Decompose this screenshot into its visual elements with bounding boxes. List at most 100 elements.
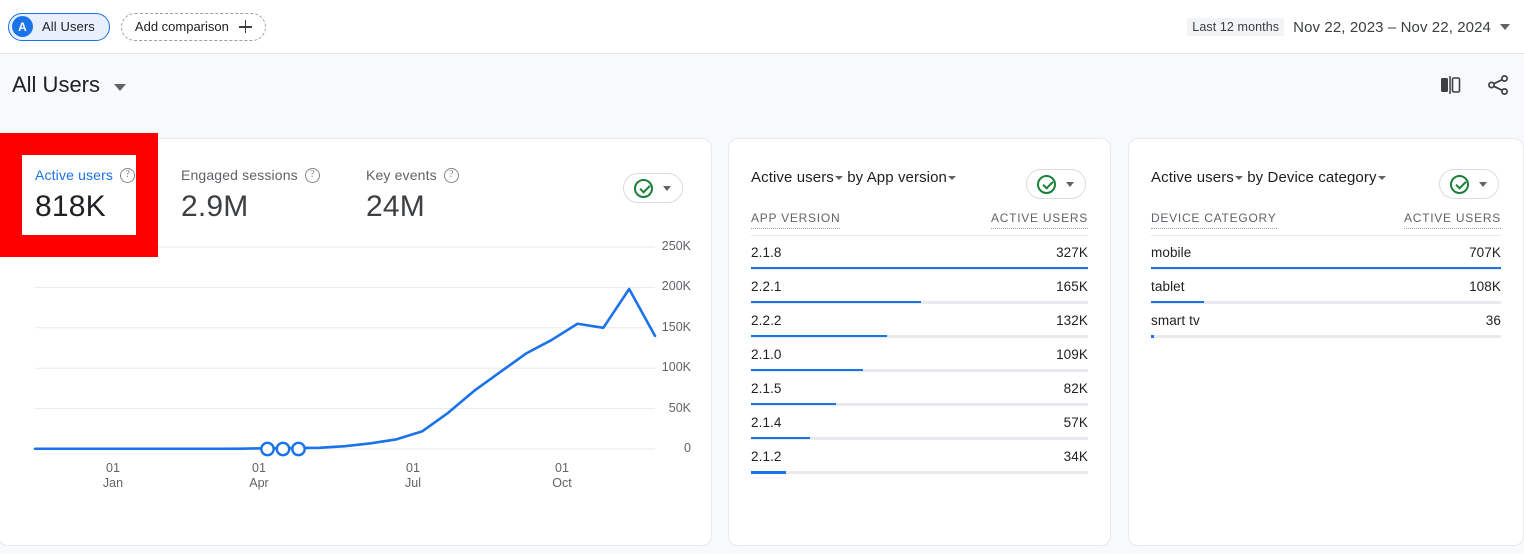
row-dimension-value[interactable]: 2.1.0 <box>751 347 782 362</box>
row-metric-value: 108K <box>1469 279 1501 294</box>
table-header-row: APP VERSION ACTIVE USERS <box>751 211 1088 235</box>
help-icon[interactable]: ? <box>304 167 320 183</box>
chart-y-tick-label: 100K <box>661 360 691 375</box>
metric-active-users[interactable]: Active users ? 818K <box>35 167 136 224</box>
data-quality-pill[interactable] <box>623 173 683 203</box>
help-icon[interactable]: ? <box>120 167 136 183</box>
page-title: All Users <box>12 72 101 97</box>
chart-x-tick-label: 01 Apr <box>249 461 269 490</box>
overview-card: Active users ? 818K Engaged sessions ? 2… <box>0 138 712 546</box>
header-by-text: by <box>847 169 864 186</box>
plus-icon <box>238 20 252 33</box>
chevron-down-icon[interactable] <box>834 176 843 180</box>
row-bar-track <box>1151 335 1501 338</box>
data-quality-pill[interactable] <box>1439 169 1499 199</box>
metric-strip: Active users ? 818K Engaged sessions ? 2… <box>0 139 711 239</box>
metric-key-events[interactable]: Key events ? 24M <box>366 167 459 224</box>
table-row[interactable]: tablet 108K <box>1151 269 1501 304</box>
row-dimension-value[interactable]: 2.1.4 <box>751 415 782 430</box>
chart-line-active-users <box>33 287 657 451</box>
device-category-card: Active users by Device category DEVICE C… <box>1128 138 1524 546</box>
title-actions <box>1438 54 1510 116</box>
chevron-down-icon[interactable] <box>1479 181 1487 187</box>
chart-x-axis: 01 Jan 01 Apr 01 Jul 01 Oct <box>0 449 713 509</box>
row-bar-fill <box>1151 335 1154 338</box>
row-metric-value: 165K <box>1056 279 1088 294</box>
compare-split-icon[interactable] <box>1438 74 1462 96</box>
metric-selector[interactable]: Active users <box>1151 169 1234 186</box>
metric-label[interactable]: Engaged sessions <box>181 167 298 183</box>
segment-chip-label: All Users <box>42 19 95 34</box>
row-dimension-value[interactable]: mobile <box>1151 245 1191 260</box>
metric-value: 2.9M <box>181 190 249 223</box>
chart-y-tick-label: 200K <box>661 279 691 294</box>
chart-y-tick-label: 50K <box>668 400 691 415</box>
header-by-text: by <box>1247 169 1264 186</box>
chevron-down-icon[interactable] <box>1066 181 1074 187</box>
table-row[interactable]: smart tv 36 <box>1151 303 1501 338</box>
date-range-badge: Last 12 months <box>1187 18 1285 36</box>
metric-value: 818K <box>35 190 106 223</box>
row-metric-value: 132K <box>1056 313 1088 328</box>
table-row[interactable]: 2.1.2 34K <box>751 439 1088 474</box>
data-quality-pill[interactable] <box>1026 169 1086 199</box>
check-circle-icon <box>1037 174 1056 194</box>
metric-label[interactable]: Key events <box>366 167 437 183</box>
table-body: 2.1.8 327K 2.2.1 165K 2.2.2 132K 2.1.0 109K 2.1.… <box>751 235 1088 474</box>
dimension-selector[interactable]: App version <box>867 169 947 186</box>
chevron-down-icon[interactable] <box>663 185 671 191</box>
chart-y-tick-label: 250K <box>661 239 691 253</box>
table-row[interactable]: 2.1.8 327K <box>751 235 1088 270</box>
row-bar-fill <box>751 471 787 474</box>
device-category-table: DEVICE CATEGORY ACTIVE USERS mobile 707K t… <box>1151 211 1501 338</box>
chart-x-tick-label: 01 Oct <box>552 461 572 490</box>
table-row[interactable]: 2.2.2 132K <box>751 303 1088 338</box>
metric-engaged-sessions[interactable]: Engaged sessions ? 2.9M <box>181 167 320 224</box>
column-header-dimension[interactable]: APP VERSION <box>751 211 841 229</box>
row-dimension-value[interactable]: 2.2.1 <box>751 279 782 294</box>
row-dimension-value[interactable]: smart tv <box>1151 313 1200 328</box>
row-metric-value: 327K <box>1056 245 1088 260</box>
chevron-down-icon[interactable] <box>1234 176 1243 180</box>
table-row[interactable]: 2.1.5 82K <box>751 371 1088 406</box>
table-header-row: DEVICE CATEGORY ACTIVE USERS <box>1151 211 1501 235</box>
metric-label[interactable]: Active users <box>35 167 113 183</box>
dimension-selector[interactable]: Device category <box>1268 169 1377 186</box>
segment-avatar: A <box>12 16 33 37</box>
date-range-selector[interactable]: Last 12 months Nov 22, 2023 – Nov 22, 20… <box>1187 0 1510 54</box>
row-dimension-value[interactable]: 2.1.5 <box>751 381 782 396</box>
row-dimension-value[interactable]: 2.1.8 <box>751 245 782 260</box>
table-row[interactable]: mobile 707K <box>1151 235 1501 270</box>
table-body: mobile 707K tablet 108K smart tv 36 <box>1151 235 1501 338</box>
add-comparison-label: Add comparison <box>134 19 229 34</box>
check-circle-icon <box>634 178 653 198</box>
chevron-down-icon[interactable] <box>1500 24 1510 30</box>
card-header: Active users by Device category <box>1151 169 1386 186</box>
row-metric-value: 82K <box>1063 381 1088 396</box>
row-metric-value: 707K <box>1469 245 1501 260</box>
chevron-down-icon[interactable] <box>948 176 956 180</box>
segment-chip-all-users[interactable]: A All Users <box>8 12 110 41</box>
row-dimension-value[interactable]: 2.2.2 <box>751 313 782 328</box>
column-header-metric[interactable]: ACTIVE USERS <box>990 211 1088 229</box>
chevron-down-icon[interactable] <box>1377 176 1386 180</box>
active-users-line-chart[interactable]: 0 50K 100K 150K 200K 250K 01 Jan 01 Apr 01 Jul 01 Oc… <box>0 239 713 545</box>
row-metric-value: 34K <box>1063 449 1088 464</box>
table-row[interactable]: 2.1.0 109K <box>751 337 1088 372</box>
add-comparison-button[interactable]: Add comparison <box>120 12 266 41</box>
table-row[interactable]: 2.1.4 57K <box>751 405 1088 440</box>
chart-x-tick-label: 01 Jan <box>102 461 124 490</box>
page-title-chevron-down-icon[interactable] <box>114 83 127 91</box>
chart-x-tick-label: 01 Jul <box>405 461 421 490</box>
table-row[interactable]: 2.2.1 165K <box>751 269 1088 304</box>
date-range-text: Nov 22, 2023 – Nov 22, 2024 <box>1293 18 1491 36</box>
metric-selector[interactable]: Active users <box>751 169 834 186</box>
chart-y-tick-label: 150K <box>661 319 691 334</box>
column-header-dimension[interactable]: DEVICE CATEGORY <box>1151 211 1277 229</box>
page-title-row: All Users <box>0 54 1524 116</box>
column-header-metric[interactable]: ACTIVE USERS <box>1403 211 1501 229</box>
row-dimension-value[interactable]: 2.1.2 <box>751 449 782 464</box>
share-icon[interactable] <box>1486 73 1510 97</box>
help-icon[interactable]: ? <box>443 167 459 183</box>
row-dimension-value[interactable]: tablet <box>1151 279 1185 294</box>
